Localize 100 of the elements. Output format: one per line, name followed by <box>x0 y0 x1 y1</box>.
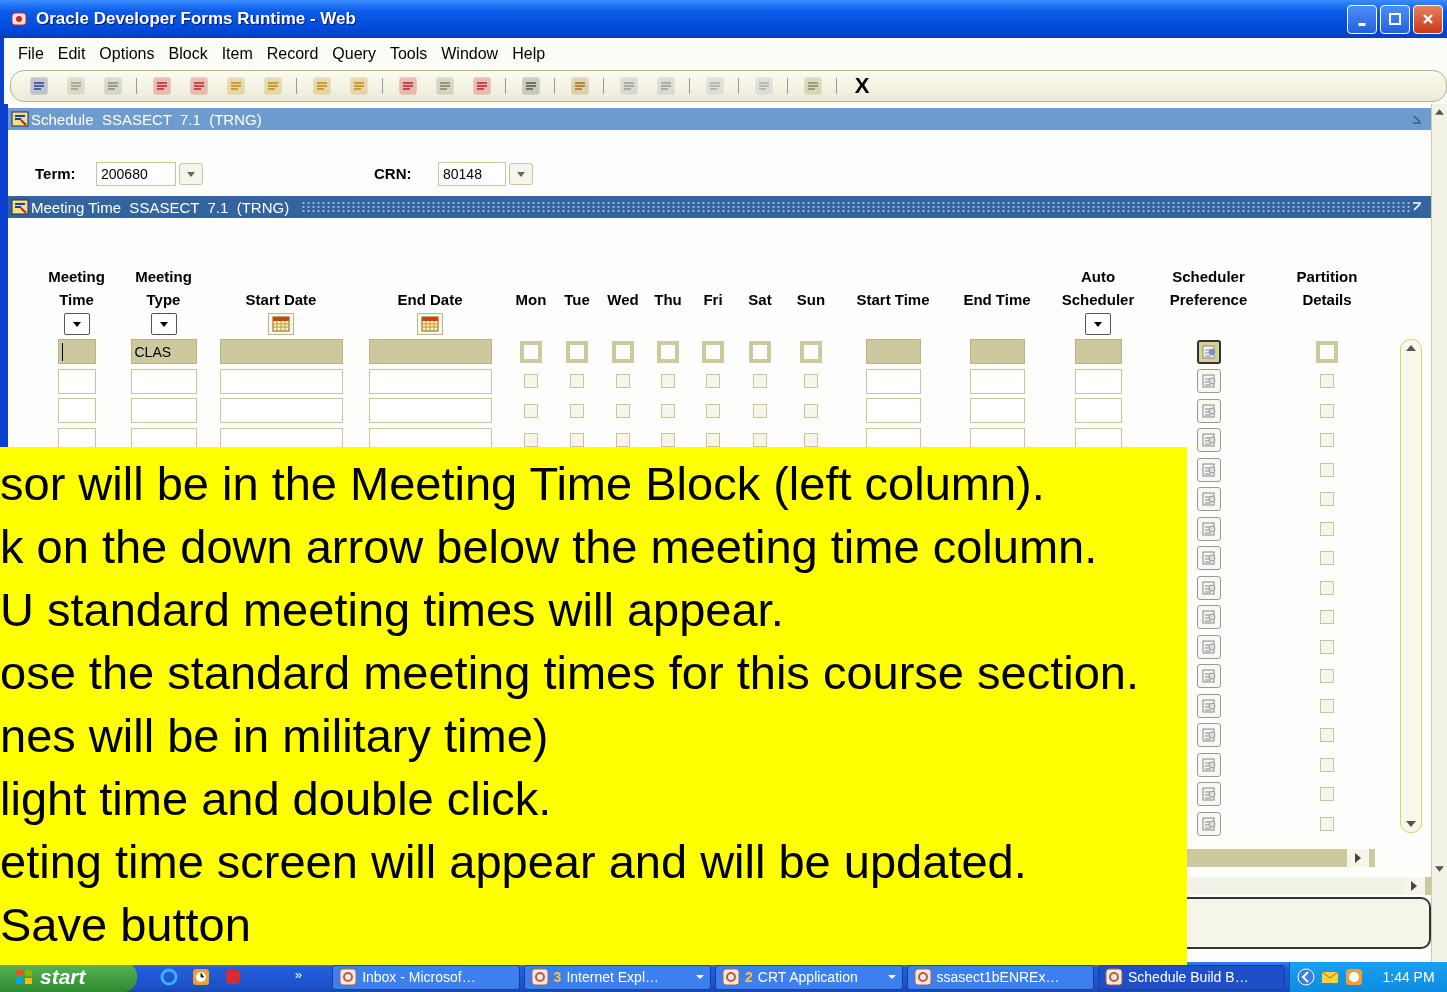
horizontal-scrollbar[interactable] <box>1187 876 1431 895</box>
checkbox[interactable] <box>570 403 584 418</box>
checkbox[interactable] <box>570 433 584 448</box>
vertical-scrollbar[interactable] <box>1400 339 1422 833</box>
menu-item[interactable]: Help <box>512 45 546 63</box>
menu-item[interactable]: Query <box>332 45 376 63</box>
checkbox[interactable] <box>612 340 634 363</box>
input-field[interactable] <box>219 398 343 424</box>
checkbox[interactable] <box>753 403 767 418</box>
checkbox[interactable] <box>804 433 818 448</box>
checkbox[interactable] <box>1320 787 1334 802</box>
input-field[interactable] <box>969 368 1025 394</box>
crn-field[interactable]: 80148 <box>438 161 506 186</box>
input-field[interactable] <box>865 368 921 394</box>
maximize-button[interactable] <box>1380 4 1410 34</box>
checkbox[interactable] <box>1320 403 1334 418</box>
close-button[interactable] <box>1413 4 1443 34</box>
checkbox[interactable] <box>1320 669 1334 684</box>
checkbox[interactable] <box>804 374 818 389</box>
term-list-button[interactable] <box>179 162 203 185</box>
checkbox[interactable] <box>1320 698 1334 713</box>
input-field[interactable] <box>57 339 96 365</box>
input-field[interactable] <box>969 427 1025 448</box>
down-arrow-icon[interactable] <box>1406 821 1416 827</box>
input-field[interactable] <box>969 339 1025 365</box>
up-arrow-icon[interactable] <box>1435 109 1444 115</box>
input-field[interactable] <box>969 398 1025 424</box>
input-field[interactable] <box>57 368 96 394</box>
checkbox[interactable] <box>753 433 767 448</box>
back-icon[interactable] <box>1296 967 1317 987</box>
input-field[interactable] <box>219 427 343 448</box>
input-field[interactable] <box>57 427 96 448</box>
taskbar-button[interactable]: Schedule Build B… <box>1098 964 1286 990</box>
taskbar-button[interactable]: 2 CRT Application <box>715 964 903 990</box>
input-field[interactable] <box>219 368 343 394</box>
input-field[interactable] <box>368 339 492 365</box>
checkbox[interactable] <box>1316 340 1338 363</box>
checkbox[interactable] <box>1320 757 1334 772</box>
checkbox[interactable] <box>804 403 818 418</box>
checkbox[interactable] <box>706 374 720 389</box>
checkbox[interactable] <box>661 403 675 418</box>
checkbox[interactable] <box>616 374 630 389</box>
input-field[interactable] <box>130 398 197 424</box>
menu-item[interactable]: Edit <box>57 45 86 63</box>
input-field[interactable]: CLAS <box>130 339 197 365</box>
checkbox[interactable] <box>1320 610 1334 625</box>
minimize-icon[interactable] <box>1411 113 1423 125</box>
exit-button[interactable]: X <box>846 72 878 100</box>
dropdown-button[interactable] <box>63 313 90 335</box>
input-field[interactable] <box>368 398 492 424</box>
checkbox[interactable] <box>520 340 542 363</box>
checkbox[interactable] <box>661 374 675 389</box>
checkbox[interactable] <box>1320 639 1334 654</box>
input-field[interactable] <box>219 339 343 365</box>
checkbox[interactable] <box>702 340 724 363</box>
menu-item[interactable]: Tools <box>389 45 428 63</box>
checkbox[interactable] <box>524 403 538 418</box>
menu-item[interactable]: File <box>18 45 44 63</box>
calendar-button[interactable] <box>417 313 443 335</box>
checkbox[interactable] <box>616 433 630 448</box>
checkbox[interactable] <box>1320 462 1334 477</box>
up-arrow-icon[interactable] <box>1406 345 1416 351</box>
crn-list-button[interactable] <box>509 162 533 185</box>
checkbox[interactable] <box>657 340 679 363</box>
input-field[interactable] <box>865 339 921 365</box>
taskbar-button[interactable]: Inbox - Microsof… <box>332 964 520 990</box>
calendar-button[interactable] <box>268 313 294 335</box>
checkbox[interactable] <box>1320 580 1334 595</box>
input-field[interactable] <box>865 398 921 424</box>
checkbox[interactable] <box>524 374 538 389</box>
menu-item[interactable]: Block <box>168 45 208 63</box>
checkbox[interactable] <box>753 374 767 389</box>
checkbox[interactable] <box>706 433 720 448</box>
preference-button[interactable] <box>1196 339 1221 364</box>
taskbar-button[interactable]: ssasect1bENREx… <box>906 964 1094 990</box>
term-field[interactable]: 200680 <box>96 161 176 186</box>
checkbox[interactable] <box>616 403 630 418</box>
checkbox[interactable] <box>1320 433 1334 448</box>
dropdown-button[interactable] <box>1085 313 1111 335</box>
checkbox[interactable] <box>1320 374 1334 389</box>
menu-item[interactable]: Record <box>266 45 319 63</box>
checkbox[interactable] <box>1320 728 1334 743</box>
more-button[interactable]: » <box>294 967 302 982</box>
input-field[interactable] <box>865 427 921 448</box>
maximize-icon[interactable] <box>1411 201 1423 213</box>
checkbox[interactable] <box>1320 492 1334 507</box>
input-field[interactable] <box>130 427 197 448</box>
menu-item[interactable]: Options <box>99 45 155 63</box>
menu-item[interactable]: Item <box>221 45 253 63</box>
checkbox[interactable] <box>1320 521 1334 536</box>
down-arrow-icon[interactable] <box>1435 866 1444 872</box>
window-scrollbar[interactable] <box>1431 104 1447 962</box>
checkbox[interactable] <box>800 340 822 363</box>
clock-icon[interactable] <box>190 967 211 987</box>
checkbox[interactable] <box>524 433 538 448</box>
checkbox[interactable] <box>661 433 675 448</box>
taskbar-button[interactable]: 3 Internet Expl… <box>523 964 712 990</box>
checkbox[interactable] <box>570 374 584 389</box>
checkbox[interactable] <box>749 340 771 363</box>
checkbox[interactable] <box>1320 816 1334 831</box>
